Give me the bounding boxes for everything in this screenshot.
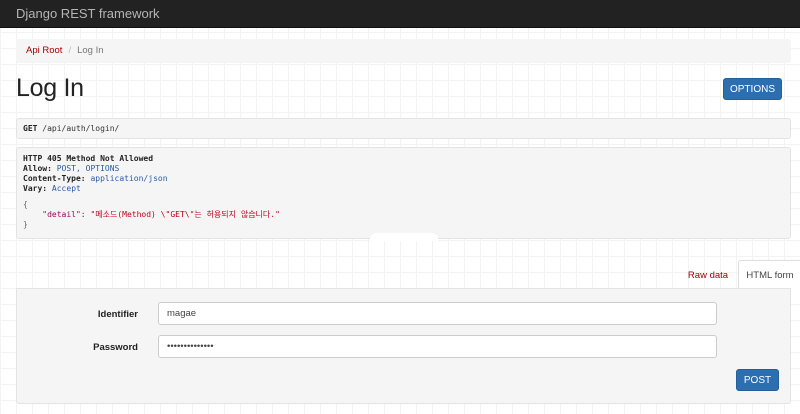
navbar: Django REST framework [0,0,800,28]
request-path: /api/auth/login/ [42,124,120,133]
breadcrumb: Api Root / Log In [16,39,791,63]
breadcrumb-current: Log In [77,45,104,56]
json-key-detail: "detail" [42,210,81,219]
identifier-label: Identifier [97,309,138,320]
breadcrumb-api-root[interactable]: Api Root [26,45,62,56]
json-open-brace: { [23,200,28,209]
brand-title[interactable]: Django REST framework [16,6,160,21]
header-name-vary: Vary: [23,184,48,193]
header-value-allow: POST, OPTIONS [56,164,120,173]
page-title: Log In [16,74,84,102]
response-info: HTTP 405 Method Not Allowed Allow: POST,… [16,147,791,239]
response-notch [370,233,438,241]
password-label: Password [93,342,138,353]
login-form: Identifier Password POST [16,288,791,404]
options-button[interactable]: OPTIONS [723,78,782,100]
json-value-detail: "메소드(Method) \"GET\"는 허용되지 않습니다." [90,210,280,219]
json-close-brace: } [23,220,28,229]
tab-raw-data[interactable]: Raw data [680,262,736,288]
form-tabs: Raw data HTML form [16,260,800,289]
password-input[interactable] [158,335,717,358]
request-info: GET /api/auth/login/ [16,118,791,139]
header-value-content-type: application/json [90,174,168,183]
request-method: GET [23,124,38,133]
post-button[interactable]: POST [736,369,779,391]
header-name-content-type: Content-Type: [23,174,86,183]
header-value-vary: Accept [51,184,81,193]
breadcrumb-separator: / [68,45,72,56]
response-status: HTTP 405 Method Not Allowed [23,154,154,163]
identifier-input[interactable] [158,302,717,325]
tab-html-form[interactable]: HTML form [738,260,800,289]
header-name-allow: Allow: [23,164,52,173]
json-colon: : [80,210,91,219]
